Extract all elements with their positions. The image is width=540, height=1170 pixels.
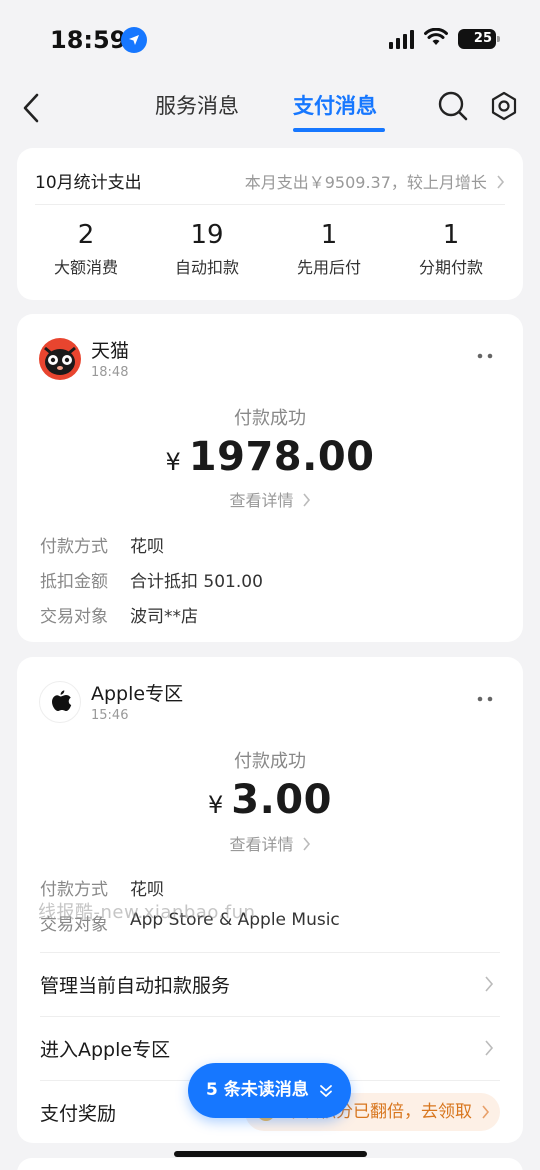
tab-payment-messages[interactable]: 支付消息 — [293, 90, 377, 120]
merchant-name: Apple专区 — [91, 683, 184, 705]
next-card-peek — [17, 1158, 523, 1170]
status-bar: 18:59 25 — [0, 0, 540, 80]
chevron-right-icon — [302, 493, 310, 507]
chevron-right-icon — [485, 1040, 494, 1056]
info-row-counterparty: 交易对象 波司**店 — [40, 602, 198, 627]
stat-buy-now-pay-later[interactable]: 1 先用后付 — [266, 220, 392, 278]
tab-service-messages[interactable]: 服务消息 — [155, 90, 239, 120]
summary-link[interactable]: 本月支出￥9509.37，较上月增长 — [245, 169, 505, 193]
chevron-right-icon — [482, 1105, 490, 1119]
stat-label: 分期付款 — [418, 258, 483, 277]
info-value: 花呗 — [130, 537, 164, 557]
payment-card-tmall[interactable]: 天猫 18:48 付款成功 ¥1978.00 查看详情 付款方式 花呗 抵扣金额… — [17, 314, 523, 642]
stat-number: 19 — [190, 220, 224, 250]
more-icon[interactable] — [477, 344, 493, 359]
info-row-payment-method: 付款方式 花呗 — [40, 875, 164, 900]
stat-number: 2 — [77, 220, 95, 250]
info-label: 交易对象 — [40, 607, 108, 627]
list-label: 管理当前自动扣款服务 — [40, 975, 231, 997]
payment-status: 付款成功 — [234, 408, 306, 429]
unread-messages-button[interactable]: 5 条未读消息 — [188, 1063, 351, 1118]
info-label: 付款方式 — [40, 537, 108, 557]
stat-label: 大额消费 — [53, 258, 118, 277]
info-label: 抵扣金额 — [40, 572, 108, 592]
currency-symbol: ¥ — [208, 791, 224, 819]
wifi-icon — [424, 27, 448, 50]
stat-large-purchase[interactable]: 2 大额消费 — [23, 220, 149, 278]
chevron-right-icon — [302, 837, 310, 851]
monthly-summary-card: 10月统计支出 本月支出￥9509.37，较上月增长 2 大额消费 19 自动扣… — [17, 148, 523, 300]
nav-bar: 服务消息 支付消息 — [0, 80, 540, 136]
amount-value: 3.00 — [231, 777, 332, 823]
info-row-deduction: 抵扣金额 合计抵扣 501.00 — [40, 567, 263, 592]
view-details-label: 查看详情 — [229, 835, 294, 854]
payment-amount: ¥3.00 — [17, 777, 523, 823]
info-value: 合计抵扣 501.00 — [130, 572, 263, 592]
stat-number: 1 — [320, 220, 338, 250]
view-details-link[interactable]: 查看详情 — [17, 487, 523, 511]
signal-icon — [389, 29, 414, 49]
manage-auto-debit-row[interactable]: 管理当前自动扣款服务 — [40, 952, 500, 1016]
list-label: 进入Apple专区 — [40, 1039, 171, 1061]
stat-auto-debit[interactable]: 19 自动扣款 — [144, 220, 270, 278]
summary-title: 10月统计支出 — [35, 173, 142, 193]
view-details-link[interactable]: 查看详情 — [17, 831, 523, 855]
payment-amount: ¥1978.00 — [17, 434, 523, 480]
home-indicator[interactable] — [174, 1151, 367, 1157]
merchant-name: 天猫 — [91, 340, 130, 362]
unread-messages-label: 5 条未读消息 — [206, 1080, 309, 1100]
merchant-time: 15:46 — [91, 708, 129, 723]
amount-value: 1978.00 — [188, 434, 375, 480]
merchant-time: 18:48 — [91, 365, 129, 380]
summary-link-text: 本月支出￥9509.37，较上月增长 — [244, 173, 487, 192]
tab-underline — [293, 128, 385, 132]
info-label: 付款方式 — [40, 880, 108, 900]
chevron-double-down-icon — [320, 1085, 332, 1097]
info-row-payment-method: 付款方式 花呗 — [40, 532, 164, 557]
info-value: 花呗 — [130, 880, 164, 900]
apple-logo — [39, 681, 81, 723]
info-value: 波司**店 — [130, 607, 198, 627]
currency-symbol: ¥ — [165, 448, 181, 476]
gear-icon[interactable] — [488, 90, 520, 122]
location-arrow-icon — [121, 27, 147, 53]
stat-installment[interactable]: 1 分期付款 — [388, 220, 514, 278]
view-details-label: 查看详情 — [229, 491, 294, 510]
divider — [35, 204, 505, 205]
chevron-right-icon — [497, 175, 505, 189]
watermark: 线报酷-new.xianbao.fun — [38, 902, 256, 923]
tmall-logo — [39, 338, 81, 380]
chevron-right-icon — [485, 976, 494, 992]
stat-label: 先用后付 — [296, 258, 361, 277]
back-arrow-icon[interactable] — [20, 90, 44, 126]
search-icon[interactable] — [437, 90, 469, 122]
status-time: 18:59 — [50, 26, 127, 54]
list-label: 支付奖励 — [40, 1103, 117, 1125]
payment-status: 付款成功 — [234, 751, 306, 772]
stat-label: 自动扣款 — [174, 258, 239, 277]
stat-number: 1 — [442, 220, 460, 250]
battery-icon: 25 — [458, 29, 500, 49]
more-icon[interactable] — [477, 687, 493, 702]
